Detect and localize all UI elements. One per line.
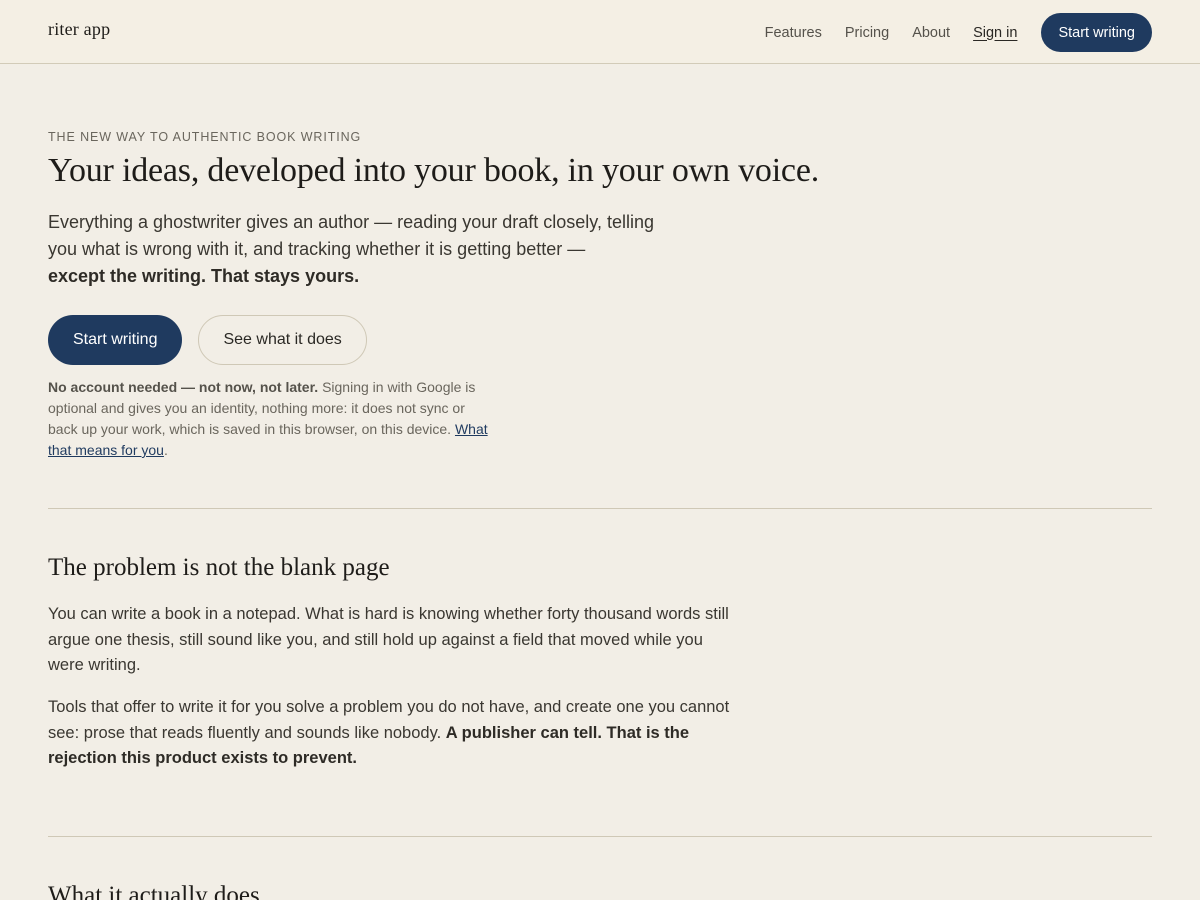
problem-paragraph-2: Tools that offer to write it for you sol… <box>48 695 738 772</box>
brand-logo-link[interactable]: riter app <box>48 19 110 40</box>
nav-link-pricing[interactable]: Pricing <box>845 25 889 41</box>
hero-lede: Everything a ghostwriter gives an author… <box>48 209 668 290</box>
header-start-writing-button[interactable]: Start writing <box>1041 13 1152 52</box>
main-nav: Features Pricing About Sign in Start wri… <box>742 13 1152 52</box>
hero-eyebrow: THE NEW WAY TO AUTHENTIC BOOK WRITING <box>48 130 362 144</box>
nav-link-sign-in[interactable]: Sign in <box>973 25 1017 41</box>
hero-lede-text: Everything a ghostwriter gives an author… <box>48 212 654 259</box>
what-it-does-section-title: What it actually does <box>48 882 260 900</box>
account-note-period: . <box>163 442 168 458</box>
hero-start-writing-button[interactable]: Start writing <box>48 315 183 365</box>
see-what-it-does-button[interactable]: See what it does <box>198 315 367 365</box>
top-navigation-bar: riter app Features Pricing About Sign in… <box>0 0 1200 64</box>
account-note: No account needed — not now, not later. … <box>48 377 488 461</box>
nav-link-features[interactable]: Features <box>765 25 822 41</box>
hero-cta-row: Start writing See what it does <box>48 315 367 365</box>
problem-section-title: The problem is not the blank page <box>48 554 390 581</box>
hero-lede-emphasis: except the writing. That stays yours. <box>48 266 360 286</box>
section-divider <box>48 836 1152 837</box>
problem-paragraph-1: You can write a book in a notepad. What … <box>48 605 729 674</box>
hero-headline: Your ideas, developed into your book, in… <box>48 152 820 189</box>
nav-link-about[interactable]: About <box>912 25 950 41</box>
section-divider <box>48 508 1152 509</box>
account-note-emphasis: No account needed — not now, not later. <box>48 379 319 395</box>
